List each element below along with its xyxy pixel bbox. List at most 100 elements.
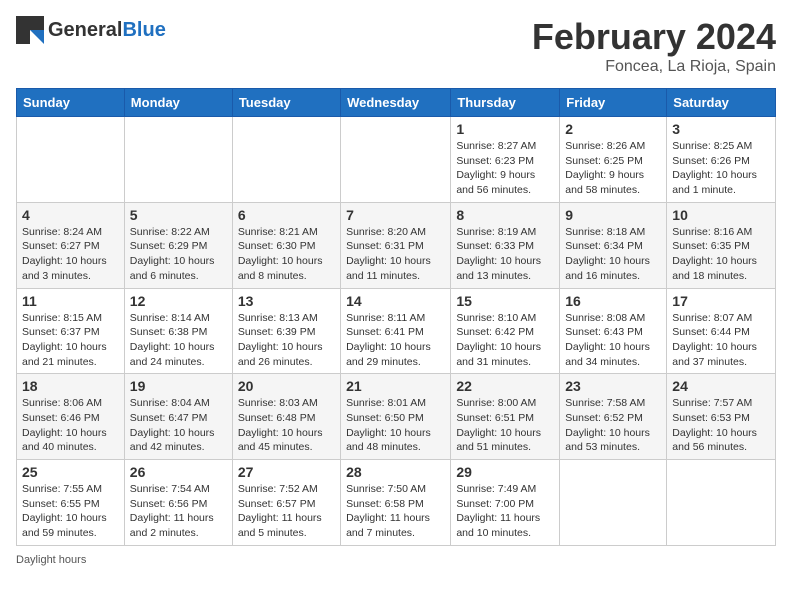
day-info: Sunrise: 7:52 AM Sunset: 6:57 PM Dayligh… [238, 482, 335, 541]
calendar-week-row: 11 Sunrise: 8:15 AM Sunset: 6:37 PM Dayli… [17, 288, 776, 374]
day-number: 18 [22, 378, 119, 394]
calendar-cell: 14 Sunrise: 8:11 AM Sunset: 6:41 PM Dayli… [341, 288, 451, 374]
day-info: Sunrise: 8:16 AM Sunset: 6:35 PM Dayligh… [672, 225, 770, 284]
weekday-header: Sunday [17, 89, 125, 117]
day-info: Sunrise: 7:57 AM Sunset: 6:53 PM Dayligh… [672, 396, 770, 455]
calendar-cell: 4 Sunrise: 8:24 AM Sunset: 6:27 PM Daylig… [17, 202, 125, 288]
weekday-header: Saturday [667, 89, 776, 117]
day-info: Sunrise: 7:55 AM Sunset: 6:55 PM Dayligh… [22, 482, 119, 541]
logo-blue: Blue [122, 19, 165, 41]
calendar-cell: 5 Sunrise: 8:22 AM Sunset: 6:29 PM Daylig… [124, 202, 232, 288]
calendar-week-row: 4 Sunrise: 8:24 AM Sunset: 6:27 PM Daylig… [17, 202, 776, 288]
calendar-cell: 1Sunrise: 8:27 AM Sunset: 6:23 PM Daylig… [451, 117, 560, 203]
day-info: Sunrise: 8:07 AM Sunset: 6:44 PM Dayligh… [672, 311, 770, 370]
calendar-cell: 9 Sunrise: 8:18 AM Sunset: 6:34 PM Daylig… [560, 202, 667, 288]
day-info: Sunrise: 7:49 AM Sunset: 7:00 PM Dayligh… [456, 482, 554, 541]
calendar-cell: 28 Sunrise: 7:50 AM Sunset: 6:58 PM Dayli… [341, 460, 451, 546]
calendar-cell: 8Sunrise: 8:19 AM Sunset: 6:33 PM Daylig… [451, 202, 560, 288]
day-number: 27 [238, 464, 335, 480]
day-number: 24 [672, 378, 770, 394]
day-number: 3 [672, 121, 770, 137]
calendar-cell [341, 117, 451, 203]
calendar-cell: 17 Sunrise: 8:07 AM Sunset: 6:44 PM Dayli… [667, 288, 776, 374]
day-info: Sunrise: 8:26 AM Sunset: 6:25 PM Dayligh… [565, 139, 661, 198]
day-number: 12 [130, 293, 227, 309]
day-info: Sunrise: 8:18 AM Sunset: 6:34 PM Dayligh… [565, 225, 661, 284]
day-info: Sunrise: 8:04 AM Sunset: 6:47 PM Dayligh… [130, 396, 227, 455]
day-number: 21 [346, 378, 445, 394]
calendar-cell: 10 Sunrise: 8:16 AM Sunset: 6:35 PM Dayli… [667, 202, 776, 288]
logo-icon [16, 16, 44, 44]
weekday-header: Monday [124, 89, 232, 117]
calendar-cell: 18 Sunrise: 8:06 AM Sunset: 6:46 PM Dayli… [17, 374, 125, 460]
day-number: 15 [456, 293, 554, 309]
day-info: Sunrise: 8:13 AM Sunset: 6:39 PM Dayligh… [238, 311, 335, 370]
calendar-cell: 26 Sunrise: 7:54 AM Sunset: 6:56 PM Dayli… [124, 460, 232, 546]
day-number: 10 [672, 207, 770, 223]
day-info: Sunrise: 8:01 AM Sunset: 6:50 PM Dayligh… [346, 396, 445, 455]
weekday-header-row: SundayMondayTuesdayWednesdayThursdayFrid… [17, 89, 776, 117]
day-info: Sunrise: 8:15 AM Sunset: 6:37 PM Dayligh… [22, 311, 119, 370]
day-number: 25 [22, 464, 119, 480]
day-number: 14 [346, 293, 445, 309]
weekday-header: Wednesday [341, 89, 451, 117]
day-number: 5 [130, 207, 227, 223]
day-number: 6 [238, 207, 335, 223]
calendar-cell: 22Sunrise: 8:00 AM Sunset: 6:51 PM Dayli… [451, 374, 560, 460]
calendar-cell: 6Sunrise: 8:21 AM Sunset: 6:30 PM Daylig… [232, 202, 340, 288]
day-info: Sunrise: 8:22 AM Sunset: 6:29 PM Dayligh… [130, 225, 227, 284]
day-info: Sunrise: 8:10 AM Sunset: 6:42 PM Dayligh… [456, 311, 554, 370]
day-number: 20 [238, 378, 335, 394]
calendar-cell: 3Sunrise: 8:25 AM Sunset: 6:26 PM Daylig… [667, 117, 776, 203]
day-info: Sunrise: 7:58 AM Sunset: 6:52 PM Dayligh… [565, 396, 661, 455]
calendar-cell: 29 Sunrise: 7:49 AM Sunset: 7:00 PM Dayli… [451, 460, 560, 546]
day-number: 13 [238, 293, 335, 309]
calendar-cell: 11 Sunrise: 8:15 AM Sunset: 6:37 PM Dayli… [17, 288, 125, 374]
calendar-cell: 21 Sunrise: 8:01 AM Sunset: 6:50 PM Dayli… [341, 374, 451, 460]
day-info: Sunrise: 8:03 AM Sunset: 6:48 PM Dayligh… [238, 396, 335, 455]
day-number: 17 [672, 293, 770, 309]
calendar-week-row: 1Sunrise: 8:27 AM Sunset: 6:23 PM Daylig… [17, 117, 776, 203]
calendar-cell: 16 Sunrise: 8:08 AM Sunset: 6:43 PM Dayli… [560, 288, 667, 374]
day-info: Sunrise: 8:06 AM Sunset: 6:46 PM Dayligh… [22, 396, 119, 455]
day-info: Sunrise: 8:08 AM Sunset: 6:43 PM Dayligh… [565, 311, 661, 370]
day-info: Sunrise: 8:24 AM Sunset: 6:27 PM Dayligh… [22, 225, 119, 284]
calendar-cell: 7 Sunrise: 8:20 AM Sunset: 6:31 PM Daylig… [341, 202, 451, 288]
calendar-cell: 25 Sunrise: 7:55 AM Sunset: 6:55 PM Dayli… [17, 460, 125, 546]
day-info: Sunrise: 7:54 AM Sunset: 6:56 PM Dayligh… [130, 482, 227, 541]
day-info: Sunrise: 7:50 AM Sunset: 6:58 PM Dayligh… [346, 482, 445, 541]
calendar-week-row: 25 Sunrise: 7:55 AM Sunset: 6:55 PM Dayli… [17, 460, 776, 546]
day-number: 29 [456, 464, 554, 480]
calendar-cell: 27 Sunrise: 7:52 AM Sunset: 6:57 PM Dayli… [232, 460, 340, 546]
logo-text: GeneralBlue [48, 19, 166, 42]
day-number: 19 [130, 378, 227, 394]
calendar-cell [17, 117, 125, 203]
day-info: Sunrise: 8:27 AM Sunset: 6:23 PM Dayligh… [456, 139, 554, 198]
day-number: 9 [565, 207, 661, 223]
day-info: Sunrise: 8:00 AM Sunset: 6:51 PM Dayligh… [456, 396, 554, 455]
calendar-cell: 12 Sunrise: 8:14 AM Sunset: 6:38 PM Dayli… [124, 288, 232, 374]
day-info: Sunrise: 8:14 AM Sunset: 6:38 PM Dayligh… [130, 311, 227, 370]
calendar-cell: 23Sunrise: 7:58 AM Sunset: 6:52 PM Dayli… [560, 374, 667, 460]
day-info: Sunrise: 8:11 AM Sunset: 6:41 PM Dayligh… [346, 311, 445, 370]
calendar-cell: 24 Sunrise: 7:57 AM Sunset: 6:53 PM Dayli… [667, 374, 776, 460]
calendar-cell: 2 Sunrise: 8:26 AM Sunset: 6:25 PM Daylig… [560, 117, 667, 203]
day-info: Sunrise: 8:20 AM Sunset: 6:31 PM Dayligh… [346, 225, 445, 284]
day-number: 16 [565, 293, 661, 309]
day-number: 28 [346, 464, 445, 480]
calendar-title: February 2024 [532, 16, 776, 58]
calendar-cell [667, 460, 776, 546]
day-number: 2 [565, 121, 661, 137]
day-number: 7 [346, 207, 445, 223]
calendar-subtitle: Foncea, La Rioja, Spain [532, 58, 776, 76]
footer: Daylight hours [16, 554, 776, 566]
weekday-header: Friday [560, 89, 667, 117]
logo-general: General [48, 19, 122, 41]
day-number: 8 [456, 207, 554, 223]
calendar-cell [232, 117, 340, 203]
day-number: 11 [22, 293, 119, 309]
day-number: 26 [130, 464, 227, 480]
calendar-cell [560, 460, 667, 546]
day-number: 4 [22, 207, 119, 223]
daylight-label: Daylight hours [16, 554, 86, 566]
